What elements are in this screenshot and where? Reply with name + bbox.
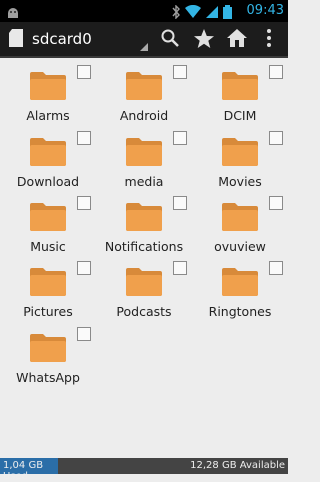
folder-label: media: [124, 174, 164, 189]
folder-icon: [222, 266, 258, 300]
folder-checkbox[interactable]: [77, 65, 91, 79]
folder-item[interactable]: Ringtones: [192, 258, 288, 324]
folder-checkbox[interactable]: [173, 196, 187, 210]
folder-checkbox[interactable]: [173, 65, 187, 79]
storage-available-label: 12,28 GB Available: [190, 460, 285, 471]
folder-label: Download: [16, 174, 80, 189]
star-icon[interactable]: [193, 28, 215, 54]
folder-checkbox[interactable]: [77, 327, 91, 341]
folder-icon: [126, 201, 162, 235]
folder-label: ovuview: [214, 239, 266, 254]
dropdown-indicator-icon: [140, 43, 148, 51]
home-icon[interactable]: [226, 28, 248, 52]
folder-item[interactable]: Pictures: [0, 258, 96, 324]
folder-checkbox[interactable]: [269, 196, 283, 210]
folder-label: Notifications: [104, 239, 184, 254]
folder-label: DCIM: [223, 108, 257, 123]
folder-icon: [126, 136, 162, 170]
folder-item[interactable]: Podcasts: [96, 258, 192, 324]
folder-item[interactable]: Music: [0, 193, 96, 259]
folder-label: Ringtones: [208, 304, 272, 319]
folder-label: Movies: [218, 174, 262, 189]
folder-item[interactable]: media: [96, 128, 192, 194]
folder-checkbox[interactable]: [269, 261, 283, 275]
storage-used-fill: 1,04 GB Used: [0, 458, 58, 482]
folder-checkbox[interactable]: [77, 131, 91, 145]
folder-label: Music: [30, 239, 66, 254]
folder-icon: [30, 201, 66, 235]
page-title[interactable]: sdcard0: [32, 30, 92, 48]
folder-icon: [30, 266, 66, 300]
folder-icon: [222, 201, 258, 235]
storage-used-label: 1,04 GB Used: [3, 460, 44, 482]
sdcard-icon: [8, 28, 24, 52]
battery-icon: [223, 4, 232, 23]
status-time: 09:43: [246, 3, 284, 18]
overflow-menu-icon[interactable]: [266, 28, 272, 52]
folder-label: WhatsApp: [16, 370, 80, 385]
folder-label: Podcasts: [116, 304, 172, 319]
folder-item[interactable]: DCIM: [192, 62, 288, 128]
folder-icon: [222, 136, 258, 170]
folder-item[interactable]: WhatsApp: [0, 324, 96, 390]
folder-item[interactable]: Android: [96, 62, 192, 128]
folder-checkbox[interactable]: [269, 65, 283, 79]
folder-checkbox[interactable]: [77, 196, 91, 210]
folder-checkbox[interactable]: [77, 261, 91, 275]
folder-label: Pictures: [23, 304, 73, 319]
search-icon[interactable]: [160, 28, 180, 52]
folder-item[interactable]: Alarms: [0, 62, 96, 128]
folder-checkbox[interactable]: [269, 131, 283, 145]
folder-checkbox[interactable]: [173, 261, 187, 275]
folder-icon: [126, 266, 162, 300]
folder-label: Alarms: [26, 108, 70, 123]
folder-item[interactable]: Notifications: [96, 193, 192, 259]
folder-icon: [30, 332, 66, 366]
folder-icon: [222, 70, 258, 104]
action-bar: sdcard0: [0, 22, 288, 58]
folder-item[interactable]: ovuview: [192, 193, 288, 259]
android-notification-icon: [6, 4, 20, 23]
folder-icon: [126, 70, 162, 104]
folder-checkbox[interactable]: [173, 131, 187, 145]
status-bar: 09:43: [0, 0, 288, 22]
storage-bar: 1,04 GB Used 12,28 GB Available: [0, 458, 288, 482]
folder-item[interactable]: Download: [0, 128, 96, 194]
bluetooth-icon: [171, 4, 181, 23]
wifi-icon: [185, 4, 201, 23]
folder-icon: [30, 136, 66, 170]
signal-icon: [205, 4, 219, 23]
folder-icon: [30, 70, 66, 104]
folder-item[interactable]: Movies: [192, 128, 288, 194]
folder-label: Android: [119, 108, 169, 123]
